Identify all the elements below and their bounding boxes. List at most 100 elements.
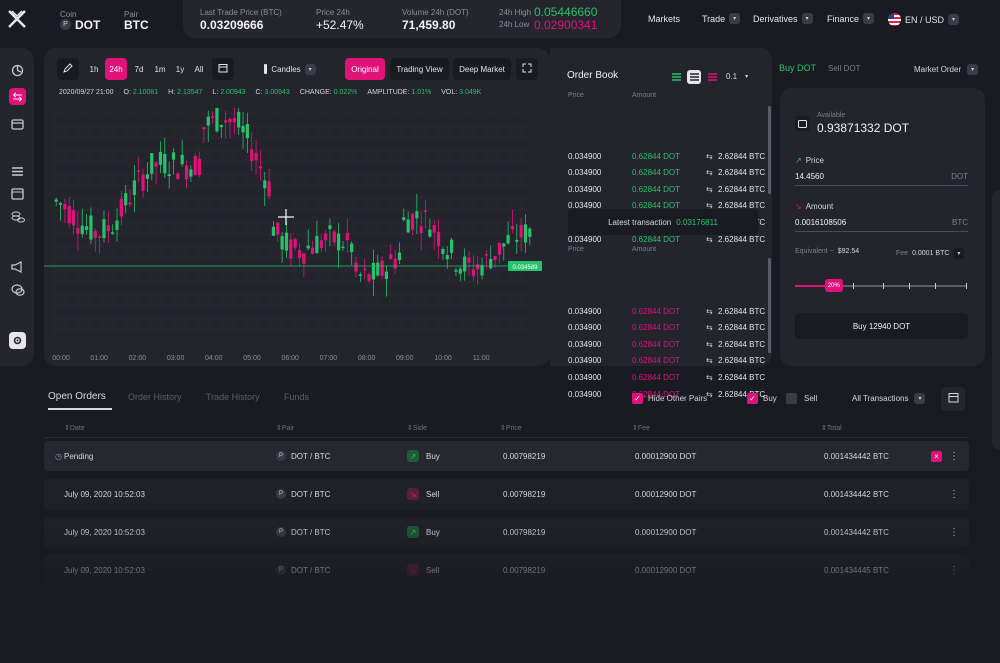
chart-type-selector[interactable]: Candles ▾ xyxy=(262,58,318,80)
pair-value[interactable]: BTC xyxy=(124,18,149,32)
col-side[interactable]: ⇕Side xyxy=(407,424,427,432)
cancel-order-icon[interactable]: × xyxy=(931,450,942,462)
price-label: Price xyxy=(805,156,824,165)
amount-slider-handle[interactable]: 20% xyxy=(824,279,843,292)
amount-slider-track[interactable] xyxy=(795,283,967,289)
deep-market-button[interactable]: Deep Market xyxy=(453,58,511,80)
nav-trade[interactable]: Trade ▾ xyxy=(702,13,741,24)
buy-filter-toggle[interactable]: ✓ Buy xyxy=(747,393,777,404)
candle-body xyxy=(354,262,358,272)
calendar-filter-button[interactable] xyxy=(941,387,965,411)
interval-1y-button[interactable]: 1y xyxy=(170,58,190,80)
list-icon[interactable] xyxy=(9,163,26,180)
ohlc-high-value: 2.13547 xyxy=(177,89,203,96)
sell-scrollbar[interactable] xyxy=(768,258,771,353)
buy-scrollbar[interactable] xyxy=(768,106,771,194)
chevron-down-icon: ▾ xyxy=(745,74,749,80)
price-unit: DOT xyxy=(951,172,968,181)
sell-order-row[interactable]: 0.034900 0.62844 DOT ⇆ 2.62844 BTC xyxy=(568,353,768,369)
chevron-down-icon[interactable]: ▾ xyxy=(953,248,965,259)
interval-24h-button[interactable]: 24h xyxy=(105,58,127,80)
buy-submit-button[interactable]: Buy 12940 DOT xyxy=(795,313,968,339)
candle-body xyxy=(519,224,523,238)
date-range-button[interactable] xyxy=(212,58,234,80)
amount-input[interactable]: 0.0016108506 BTC xyxy=(795,214,968,232)
sell-tab[interactable]: Sell DOT xyxy=(828,64,860,73)
buy-order-row[interactable]: 0.034900 0.62844 DOT ⇆ 2.62844 BTC xyxy=(568,148,768,164)
candlestick-chart[interactable]: 0.034589 00:00 01:00 02:00 03:00 04:00 05:00 06… xyxy=(44,108,550,366)
coin-icon: P xyxy=(276,489,286,499)
price-input[interactable]: 14.4560 DOT xyxy=(795,168,968,186)
interval-1m-button[interactable]: 1m xyxy=(150,58,170,80)
candle-body xyxy=(115,220,119,230)
candle-body xyxy=(111,232,115,234)
precision-selector[interactable]: 0.1 ▾ xyxy=(726,72,748,81)
order-amount: 0.62844 DOT xyxy=(632,234,681,244)
draw-tool-button[interactable] xyxy=(57,58,79,80)
buy-order-row[interactable]: 0.034900 0.62844 DOT ⇆ 2.62844 BTC xyxy=(568,165,768,181)
interval-7d-button[interactable]: 7d xyxy=(129,58,149,80)
candle-body xyxy=(397,252,402,261)
coin-value[interactable]: DOT xyxy=(75,18,100,32)
view-buy-button[interactable] xyxy=(669,70,683,84)
sell-order-row[interactable]: 0.034900 0.62844 DOT ⇆ 2.62844 BTC xyxy=(568,303,768,319)
candle-body xyxy=(358,274,362,276)
last-price-value: 0.03209666 xyxy=(200,18,264,32)
low-value: 0.02900341 xyxy=(534,18,598,32)
buy-order-row[interactable]: 0.034900 0.62844 DOT ⇆ 2.62844 BTC xyxy=(568,181,768,197)
col-pair[interactable]: ⇕Pair xyxy=(276,424,294,432)
sell-order-row[interactable]: 0.034900 0.62844 DOT ⇆ 2.62844 BTC xyxy=(568,336,768,352)
fee-label: Fee xyxy=(896,250,909,257)
transaction-filter-select[interactable]: All Transactions ▾ xyxy=(852,393,926,404)
trading-view-button[interactable]: Trading View xyxy=(390,58,449,80)
tab-order-history[interactable]: Order History xyxy=(128,392,182,402)
sell-filter-toggle[interactable]: Sell xyxy=(786,393,817,404)
sell-order-row[interactable]: 0.034900 0.62844 DOT ⇆ 2.62844 BTC xyxy=(568,320,768,336)
tab-trade-history[interactable]: Trade History xyxy=(206,392,260,402)
arrow-left-icon: ⇆ xyxy=(706,356,713,366)
order-total: 2.62844 BTC xyxy=(718,168,766,178)
view-sell-button[interactable] xyxy=(705,70,719,84)
coin-pair-selector[interactable]: Coin P DOT Pair BTC xyxy=(44,0,180,38)
tab-open-orders[interactable]: Open Orders xyxy=(48,391,106,402)
candle-body xyxy=(258,166,263,169)
more-options-icon[interactable]: ⋮ xyxy=(949,489,959,500)
exchange-icon[interactable]: ⇆ xyxy=(9,88,26,105)
available-label: Available xyxy=(817,112,846,119)
locale-selector[interactable]: EN / USD ▾ xyxy=(888,13,960,26)
ohlc-low-value: 2.00943 xyxy=(220,89,246,96)
logo[interactable] xyxy=(6,8,28,30)
original-view-button[interactable]: Original xyxy=(345,58,385,80)
interval-1h-button[interactable]: 1h xyxy=(84,58,104,80)
more-options-icon[interactable]: ⋮ xyxy=(949,451,959,462)
settings-icon[interactable] xyxy=(9,332,26,349)
nav-markets[interactable]: Markets xyxy=(648,14,680,24)
fullscreen-button[interactable] xyxy=(516,58,538,80)
col-date[interactable]: ⇕Date xyxy=(64,424,85,432)
tab-funds[interactable]: Funds xyxy=(284,392,309,402)
col-fee[interactable]: ⇕Fee xyxy=(632,424,650,432)
interval-all-button[interactable]: All xyxy=(189,58,209,80)
chat-icon[interactable] xyxy=(9,282,26,299)
candle-body xyxy=(54,199,58,202)
buy-tab[interactable]: Buy DOT xyxy=(779,63,816,73)
table-row[interactable]: ◷ Pending P DOT / BTC ↗ Buy 0.00798219 0.000129… xyxy=(44,441,969,471)
sell-arrow-icon: ↘ xyxy=(407,488,419,500)
col-price[interactable]: ⇕Price xyxy=(500,424,522,432)
table-row[interactable]: July 09, 2020 10:52:03 P DOT / BTC ↘ Sell 0.0… xyxy=(44,479,969,509)
order-type-selector[interactable]: Market Order ▾ xyxy=(914,64,979,75)
candle-body xyxy=(458,268,462,274)
megaphone-icon[interactable] xyxy=(9,258,26,275)
dashboard-icon[interactable] xyxy=(9,62,26,79)
coins-icon[interactable] xyxy=(9,208,26,225)
sell-order-row[interactable]: 0.034900 0.62844 DOT ⇆ 2.62844 BTC xyxy=(568,369,768,385)
calendar-icon[interactable] xyxy=(9,185,26,202)
order-amount: 0.62844 DOT xyxy=(632,339,681,349)
col-total[interactable]: ⇕Total xyxy=(821,424,842,432)
nav-derivatives[interactable]: Derivatives ▾ xyxy=(753,13,813,24)
hide-other-pairs-toggle[interactable]: ✓ Hide Other Pairs xyxy=(632,393,707,404)
wallet-icon[interactable] xyxy=(9,116,26,133)
view-both-button[interactable] xyxy=(687,70,701,84)
nav-finance[interactable]: Finance ▾ xyxy=(827,13,875,24)
candle-body xyxy=(176,173,180,180)
